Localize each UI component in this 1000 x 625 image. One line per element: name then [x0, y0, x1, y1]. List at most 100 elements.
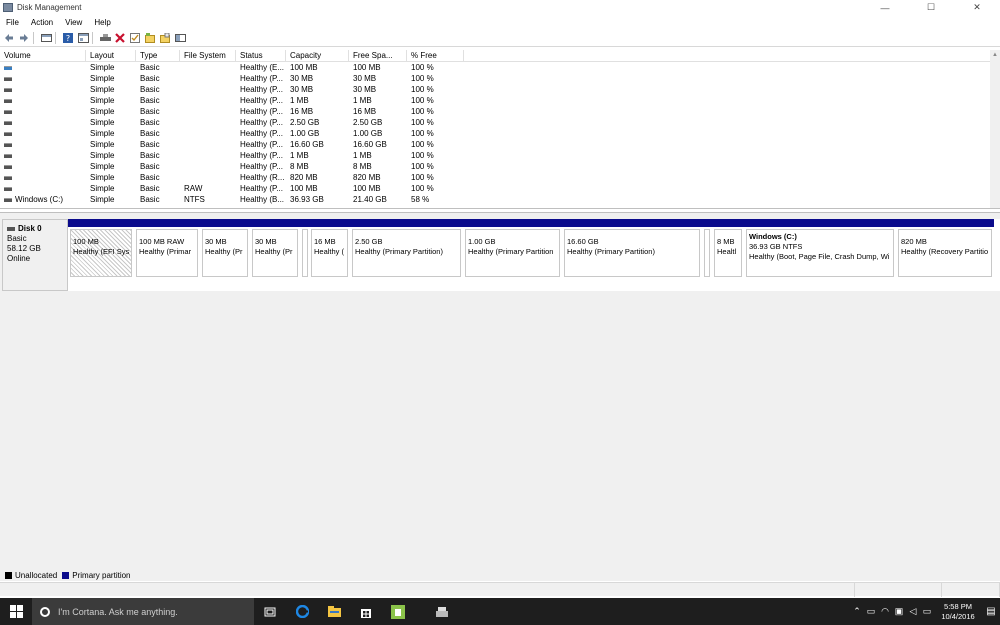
volume-row[interactable]: Simple Basic Healthy (P... 16.60 GB 16.60 GB… [0, 139, 1000, 150]
battery-icon[interactable]: ▭ [920, 606, 934, 617]
cortana-search-box[interactable]: I'm Cortana. Ask me anything. [32, 598, 254, 625]
cell-status: Healthy (P... [240, 162, 283, 171]
scroll-up-icon[interactable]: ▲ [990, 50, 1000, 60]
partition-block[interactable]: 2.50 GB Healthy (Primary Partition) [350, 219, 463, 277]
cell-type: Basic [140, 129, 160, 138]
new-folder-icon[interactable] [144, 32, 156, 44]
disk-management-icon[interactable] [426, 598, 458, 625]
task-view-icon[interactable] [254, 598, 286, 625]
partition-size: 100 MB RAW [139, 237, 185, 246]
status-segment [855, 583, 942, 597]
clock[interactable]: 5:58 PM 10/4/2016 [934, 602, 982, 622]
partition-block[interactable]: 8 MB Healtl [712, 219, 744, 277]
disk-list-icon[interactable] [40, 32, 52, 44]
menu-bar: File Action View Help [0, 15, 1000, 29]
volume-row[interactable]: Simple Basic Healthy (P... 1.00 GB 1.00 GB 10… [0, 128, 1000, 139]
cell-capacity: 8 MB [290, 162, 309, 171]
cell-status: Healthy (P... [240, 85, 283, 94]
partition-block[interactable]: 100 MB RAW Healthy (Primar [134, 219, 200, 277]
clock-time: 5:58 PM [944, 601, 972, 611]
open-folder-icon[interactable] [159, 32, 171, 44]
android-icon[interactable] [382, 598, 414, 625]
partition-box: 16 MB Healthy ( [311, 229, 348, 277]
drive-icon [4, 153, 12, 158]
legend-label-primary: Primary partition [72, 570, 131, 580]
start-button[interactable] [0, 598, 32, 625]
volume-row[interactable]: Simple Basic Healthy (E... 100 MB 100 MB 100 … [0, 62, 1000, 73]
volume-row[interactable]: Windows (C:) Simple Basic NTFS Healthy (B...… [0, 194, 1000, 205]
partition-block[interactable]: 30 MB Healthy (Pr [250, 219, 300, 277]
check-icon[interactable] [129, 32, 141, 44]
chevron-up-icon[interactable]: ⌃ [850, 606, 864, 617]
cell-capacity: 16 MB [290, 107, 314, 116]
keyboard-icon[interactable]: ▭ [864, 606, 878, 617]
menu-view[interactable]: View [59, 18, 88, 27]
forward-arrow-icon[interactable] [18, 32, 30, 44]
back-arrow-icon[interactable] [3, 32, 15, 44]
delete-icon[interactable] [114, 32, 126, 44]
file-explorer-icon[interactable] [318, 598, 350, 625]
column-header-volume[interactable]: Volume [0, 50, 86, 61]
cell-free: 2.50 GB [353, 118, 383, 127]
drive-icon [4, 120, 12, 125]
menu-action[interactable]: Action [25, 18, 59, 27]
menu-help[interactable]: Help [88, 18, 116, 27]
monitor-icon[interactable]: ▣ [892, 606, 906, 617]
partition-status: Healthy (Primar [139, 247, 192, 256]
cell-type: Basic [140, 184, 160, 193]
volume-row[interactable]: Simple Basic Healthy (P... 8 MB 8 MB 100 % [0, 161, 1000, 172]
column-header-type[interactable]: Type [136, 50, 180, 61]
edge-icon[interactable] [286, 598, 318, 625]
notifications-icon[interactable]: ▤ [982, 606, 1000, 617]
volume-row[interactable]: Simple Basic Healthy (P... 16 MB 16 MB 100 % [0, 106, 1000, 117]
cell-type: Basic [140, 118, 160, 127]
partition-block[interactable]: Windows (C:) 36.93 GB NTFS Healthy (Boot, … [744, 219, 896, 277]
partition-block[interactable]: 820 MB Healthy (Recovery Partitio [896, 219, 994, 277]
partition-block[interactable]: 100 MB Healthy (EFI Syst [68, 219, 134, 277]
drive-icon [4, 98, 12, 103]
volume-icon[interactable]: ◁ [906, 606, 920, 617]
wifi-icon[interactable]: ◠ [878, 606, 892, 617]
maximize-button[interactable]: ☐ [908, 0, 954, 15]
volume-row[interactable]: Simple Basic Healthy (P... 1 MB 1 MB 100 % [0, 150, 1000, 161]
drive-icon [4, 109, 12, 114]
partition-box: 100 MB RAW Healthy (Primar [136, 229, 198, 277]
partition-block[interactable]: 1.00 GB Healthy (Primary Partition [463, 219, 562, 277]
volume-row[interactable]: Simple Basic Healthy (P... 30 MB 30 MB 100 % [0, 73, 1000, 84]
partition-box: 100 MB Healthy (EFI Syst [70, 229, 132, 277]
store-icon[interactable] [350, 598, 382, 625]
partition-block[interactable] [300, 219, 309, 277]
volume-row[interactable]: Simple Basic Healthy (P... 2.50 GB 2.50 GB 10… [0, 117, 1000, 128]
minimize-button[interactable]: — [862, 0, 908, 15]
column-header-capacity[interactable]: Capacity [286, 50, 349, 61]
partition-block[interactable] [702, 219, 712, 277]
column-header-percent-free[interactable]: % Free [407, 50, 464, 61]
partition-block[interactable]: 16 MB Healthy ( [309, 219, 350, 277]
column-header-free-space[interactable]: Free Spa... [349, 50, 407, 61]
partition-size: 1.00 GB [468, 237, 496, 246]
volume-row[interactable]: Simple Basic RAW Healthy (P... 100 MB 100 MB 1… [0, 183, 1000, 194]
partition-block[interactable]: 16.60 GB Healthy (Primary Partition) [562, 219, 702, 277]
menu-file[interactable]: File [0, 18, 25, 27]
volume-list-scrollbar[interactable]: ▲ [990, 50, 1000, 208]
connect-drive-icon[interactable] [99, 32, 111, 44]
cell-capacity: 100 MB [290, 63, 318, 72]
cell-capacity: 30 MB [290, 74, 314, 83]
cell-volume [0, 161, 86, 172]
cell-type: Basic [140, 162, 160, 171]
cell-fs [180, 161, 236, 172]
volume-row[interactable]: Simple Basic Healthy (R... 820 MB 820 MB 100 … [0, 172, 1000, 183]
properties-icon[interactable] [77, 32, 89, 44]
close-button[interactable]: ✕ [954, 0, 1000, 15]
cell-layout: Simple [90, 129, 115, 138]
cell-status: Healthy (P... [240, 107, 283, 116]
column-header-layout[interactable]: Layout [86, 50, 136, 61]
column-header-status[interactable]: Status [236, 50, 286, 61]
volume-row[interactable]: Simple Basic Healthy (P... 30 MB 30 MB 100 % [0, 84, 1000, 95]
column-header-file-system[interactable]: File System [180, 50, 236, 61]
help-icon[interactable]: ? [62, 32, 74, 44]
disk-info[interactable]: Disk 0 Basic 58.12 GB Online [2, 219, 68, 291]
view-icon[interactable] [174, 32, 186, 44]
volume-row[interactable]: Simple Basic Healthy (P... 1 MB 1 MB 100 % [0, 95, 1000, 106]
partition-block[interactable]: 30 MB Healthy (Pr [200, 219, 250, 277]
